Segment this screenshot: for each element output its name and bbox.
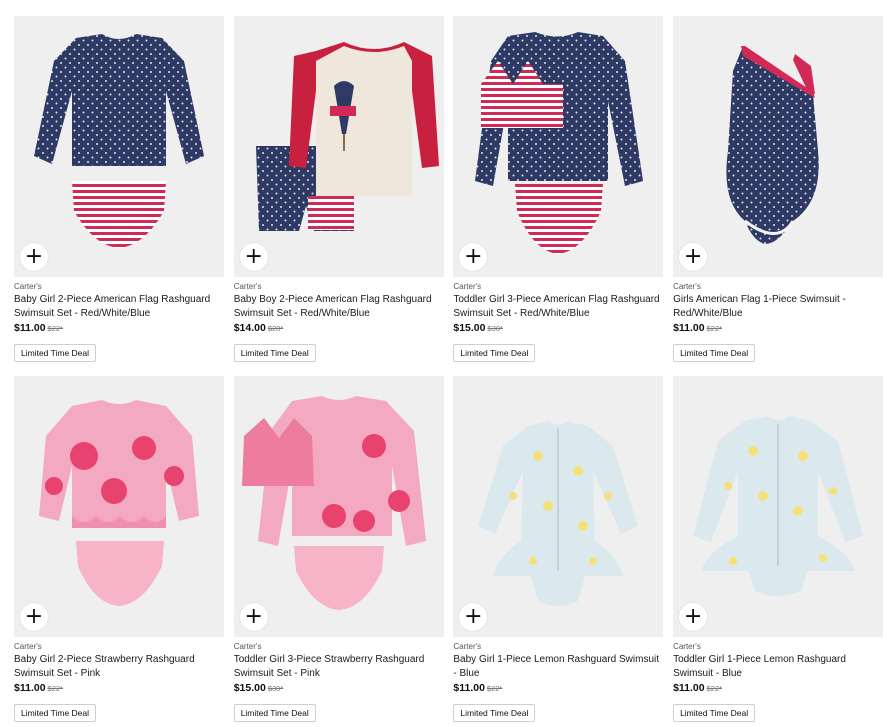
add-to-cart-button[interactable]: + (679, 243, 708, 271)
product-title[interactable]: Toddler Girl 3-Piece Strawberry Rashguar… (234, 653, 444, 680)
sale-price: $11.00 (453, 682, 485, 694)
original-price: $22* (706, 684, 723, 693)
product-info: Carter's Baby Girl 2-Piece Strawberry Ra… (14, 637, 224, 722)
product-card[interactable]: + Carter's Toddler Girl 1-Piece Lemon Ra… (673, 376, 884, 727)
product-image[interactable]: + (14, 376, 224, 637)
product-brand: Carter's (233, 642, 262, 651)
price-row: $11.00 $22* (453, 680, 663, 695)
price-row: $11.00 $22* (14, 680, 224, 695)
product-info: Carter's Toddler Girl 3-Piece Strawberry… (233, 637, 444, 722)
strawberry-3piece-image (241, 396, 426, 610)
price-row: $14.00 $28* (234, 320, 444, 335)
product-image[interactable]: + (453, 376, 664, 637)
strawberry-rashguard-image (39, 400, 199, 606)
product-title[interactable]: Girls American Flag 1-Piece Swimsuit - R… (673, 293, 883, 320)
navy-bikini-set-image (475, 32, 644, 254)
deal-badge: Limited Time Deal (673, 344, 756, 362)
original-price: $22* (486, 684, 503, 693)
product-title[interactable]: Toddler Girl 3-Piece American Flag Rashg… (453, 293, 663, 320)
add-to-cart-button[interactable]: + (239, 603, 268, 631)
product-brand: Carter's (673, 642, 701, 651)
add-to-cart-button[interactable]: + (239, 243, 268, 271)
lemon-suit-image (693, 416, 864, 596)
price-row: $11.00 $22* (673, 320, 883, 335)
product-grid: + Carter's Baby Girl 2-Piece American Fl… (14, 16, 884, 727)
one-shoulder-swimsuit-image (726, 46, 819, 244)
product-image[interactable]: + (453, 16, 664, 277)
original-price: $30* (267, 684, 284, 693)
plus-icon: + (244, 603, 263, 629)
product-title[interactable]: Baby Girl 2-Piece Strawberry Rashguard S… (14, 653, 224, 680)
price-row: $15.00 $30* (234, 680, 444, 695)
original-price: $28* (267, 324, 284, 333)
add-to-cart-button[interactable]: + (20, 243, 48, 271)
price-row: $11.00 $22* (673, 680, 883, 695)
product-info: Carter's Baby Girl 1-Piece Lemon Rashgua… (453, 637, 663, 722)
product-image[interactable]: + (233, 16, 444, 277)
price-row: $11.00 $22* (14, 320, 224, 335)
sale-price: $11.00 (14, 322, 46, 334)
plus-icon: + (24, 603, 44, 629)
product-image[interactable]: + (673, 16, 884, 277)
product-card[interactable]: + Carter's Baby Girl 2-Piece Strawberry … (14, 376, 224, 727)
product-title[interactable]: Baby Girl 1-Piece Lemon Rashguard Swimsu… (453, 653, 663, 680)
product-title[interactable]: Toddler Girl 1-Piece Lemon Rashguard Swi… (673, 653, 883, 680)
product-title[interactable]: Baby Girl 2-Piece American Flag Rashguar… (14, 293, 224, 320)
product-image[interactable]: + (673, 376, 884, 637)
deal-badge: Limited Time Deal (453, 344, 536, 362)
plus-icon: + (683, 243, 703, 269)
product-card[interactable]: + Carter's Toddler Girl 3-Piece Strawber… (233, 376, 444, 727)
product-image[interactable]: + (14, 16, 224, 277)
product-info: Carter's Toddler Girl 1-Piece Lemon Rash… (673, 637, 883, 722)
product-info: Carter's Girls American Flag 1-Piece Swi… (673, 277, 883, 362)
deal-badge: Limited Time Deal (453, 704, 536, 722)
product-info: Carter's Toddler Girl 3-Piece American F… (453, 277, 663, 362)
deal-badge: Limited Time Deal (233, 704, 316, 722)
product-brand: Carter's (14, 642, 42, 651)
product-info: Carter's Baby Girl 2-Piece American Flag… (14, 277, 224, 362)
sale-price: $14.00 (233, 322, 266, 334)
navy-rashguard-image (34, 34, 204, 248)
plus-icon: + (464, 603, 483, 629)
deal-badge: Limited Time Deal (14, 344, 97, 362)
sale-price: $11.00 (673, 682, 705, 694)
original-price: $22* (47, 324, 63, 333)
sale-price: $11.00 (673, 322, 705, 334)
product-brand: Carter's (453, 642, 482, 651)
original-price: $22* (706, 324, 723, 333)
product-card[interactable]: + Carter's Baby Boy 2-Piece American Fla… (233, 16, 444, 376)
product-brand: Carter's (673, 282, 701, 291)
deal-badge: Limited Time Deal (233, 344, 316, 362)
lemon-romper-image (478, 421, 639, 606)
original-price: $22* (47, 684, 63, 693)
red-white-cool-image (255, 42, 439, 231)
plus-icon: + (683, 603, 703, 629)
product-image[interactable]: + (233, 376, 444, 637)
original-price: $30* (487, 324, 503, 333)
plus-icon: + (244, 243, 263, 269)
add-to-cart-button[interactable]: + (20, 603, 48, 631)
price-row: $15.00 $30* (453, 320, 663, 335)
plus-icon: + (24, 243, 44, 269)
product-card[interactable]: + Carter's Girls American Flag 1-Piece S… (673, 16, 884, 376)
deal-badge: Limited Time Deal (673, 704, 756, 722)
product-card[interactable]: + Carter's Baby Girl 2-Piece American Fl… (14, 16, 224, 376)
product-brand: Carter's (14, 282, 42, 291)
sale-price: $15.00 (233, 682, 266, 694)
add-to-cart-button[interactable]: + (679, 603, 708, 631)
product-brand: Carter's (453, 282, 482, 291)
deal-badge: Limited Time Deal (14, 704, 97, 722)
product-card[interactable]: + Carter's Baby Girl 1-Piece Lemon Rashg… (453, 376, 664, 727)
product-brand: Carter's (233, 282, 262, 291)
product-card[interactable]: + Carter's Toddler Girl 3-Piece American… (453, 16, 664, 376)
plus-icon: + (464, 243, 483, 269)
sale-price: $15.00 (453, 322, 486, 334)
product-info: Carter's Baby Boy 2-Piece American Flag … (233, 277, 444, 362)
product-title[interactable]: Baby Boy 2-Piece American Flag Rashguard… (234, 293, 444, 320)
sale-price: $11.00 (14, 682, 46, 694)
